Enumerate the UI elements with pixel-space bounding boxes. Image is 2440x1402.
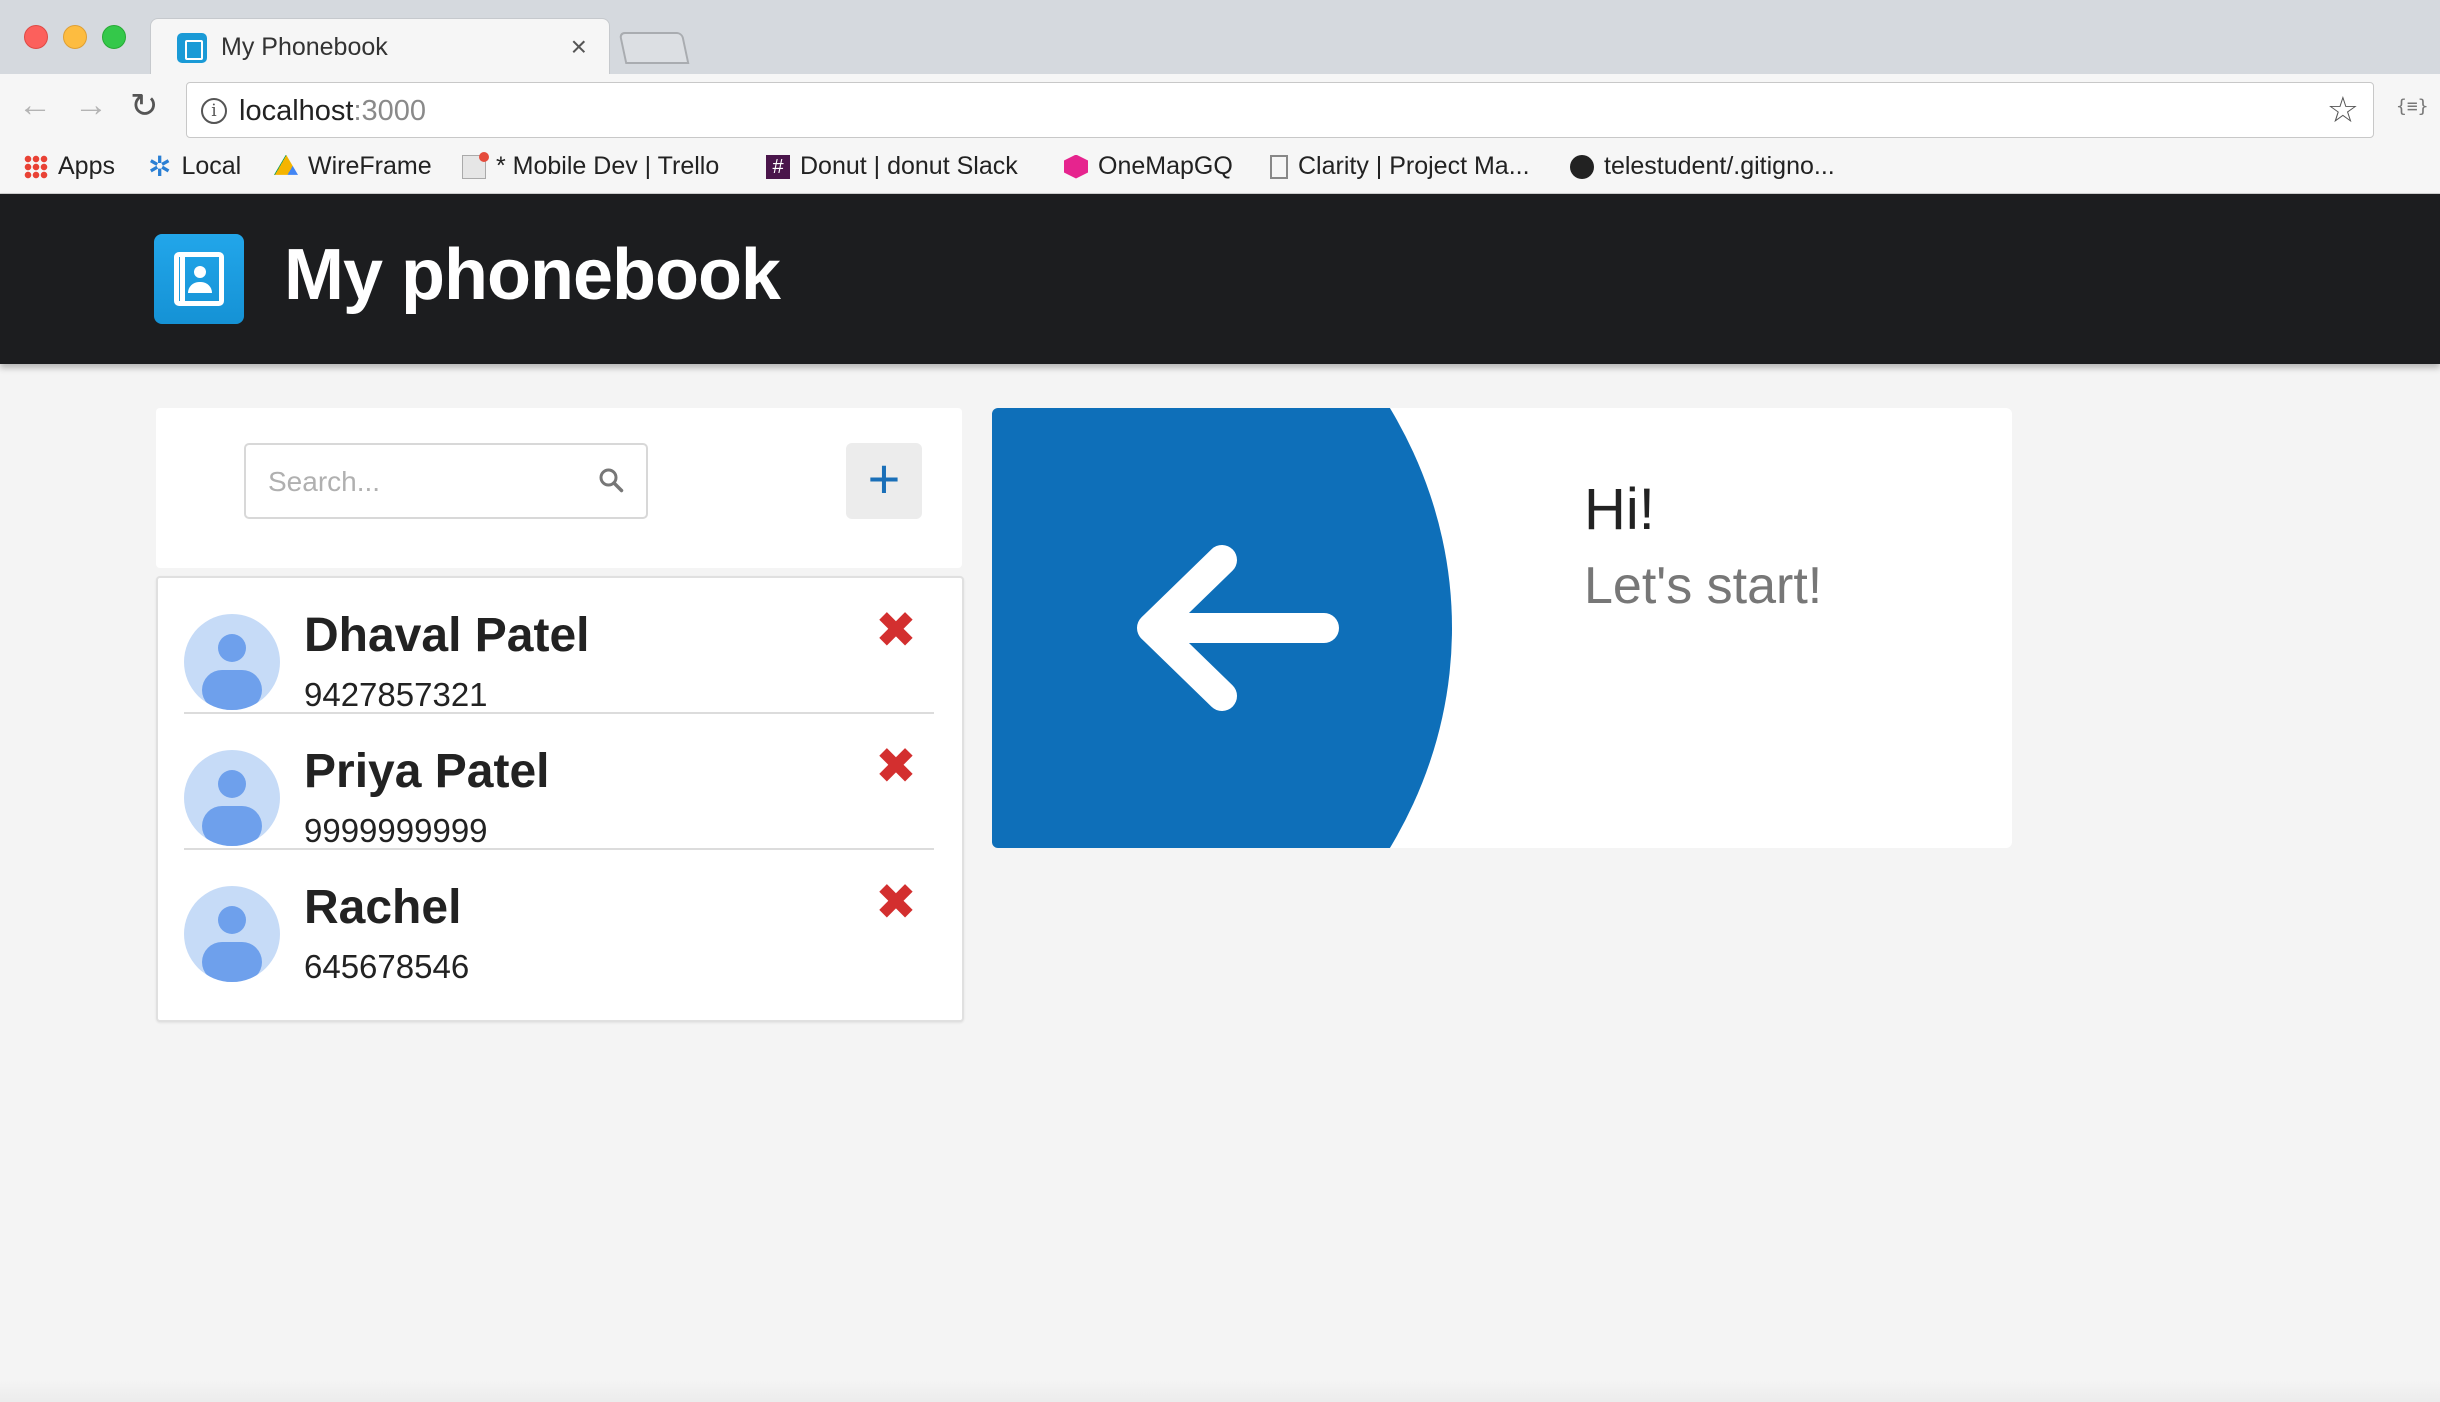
contact-name: Rachel xyxy=(304,881,462,934)
bookmark-trello[interactable]: * Mobile Dev | Trello xyxy=(462,151,719,181)
github-icon xyxy=(1570,154,1594,179)
document-icon xyxy=(1270,154,1288,179)
close-window-button[interactable] xyxy=(24,25,48,49)
bookmark-slack[interactable]: # Donut | donut Slack xyxy=(766,152,1018,181)
extension-icon[interactable]: {≡} xyxy=(2396,96,2429,117)
welcome-subtitle: Let's start! xyxy=(1584,557,1823,615)
contacts-book-icon xyxy=(177,33,207,63)
trello-icon xyxy=(462,151,489,179)
contacts-book-icon xyxy=(154,234,244,324)
apps-grid-icon xyxy=(24,154,48,179)
bookmark-apps[interactable]: Apps xyxy=(24,152,115,181)
contact-phone: 645678546 xyxy=(304,948,470,985)
delete-contact-button[interactable]: ✖ xyxy=(874,741,918,791)
close-icon[interactable]: × xyxy=(571,31,587,63)
gear-icon: ✲ xyxy=(148,150,172,182)
info-icon[interactable]: i xyxy=(201,98,227,124)
tab-title: My Phonebook xyxy=(221,33,388,61)
delete-contact-button[interactable]: ✖ xyxy=(874,605,918,655)
browser-titlebar: My Phonebook × xyxy=(0,0,2440,74)
page-footer-shade xyxy=(0,1380,2440,1402)
reload-icon[interactable]: ↻ xyxy=(130,86,159,126)
arrow-left-icon xyxy=(1137,545,1339,711)
contact-item[interactable]: Priya Patel 9999999999 ✖ xyxy=(184,714,934,850)
slack-icon: # xyxy=(766,154,790,179)
search-icon[interactable] xyxy=(598,467,624,493)
app-header: My phonebook xyxy=(0,194,2440,364)
browser-tab-active[interactable]: My Phonebook × xyxy=(150,18,610,74)
url-text[interactable]: localhost:3000 xyxy=(239,95,426,128)
contact-item[interactable]: Dhaval Patel 9427857321 ✖ xyxy=(184,578,934,714)
search-input[interactable] xyxy=(266,459,586,505)
search-box[interactable] xyxy=(244,443,648,519)
browser-toolbar: ← → ↻ i localhost:3000 ☆ {≡} xyxy=(0,74,2440,148)
minimize-window-button[interactable] xyxy=(63,25,87,49)
add-contact-button[interactable]: + xyxy=(846,443,922,519)
back-arrow-icon[interactable]: ← xyxy=(18,86,52,125)
google-drive-icon xyxy=(274,154,298,175)
contact-name: Dhaval Patel xyxy=(304,609,590,662)
address-bar[interactable]: i localhost:3000 ☆ xyxy=(186,82,2374,138)
graphql-icon xyxy=(1064,154,1088,179)
bookmark-star-icon[interactable]: ☆ xyxy=(2327,89,2359,131)
contact-name: Priya Patel xyxy=(304,745,550,798)
delete-contact-button[interactable]: ✖ xyxy=(874,877,918,927)
maximize-window-button[interactable] xyxy=(102,25,126,49)
contact-phone: 9999999999 xyxy=(304,812,488,849)
plus-icon: + xyxy=(867,447,901,510)
forward-arrow-icon[interactable]: → xyxy=(74,86,108,125)
bookmark-onemap[interactable]: OneMapGQ xyxy=(1064,152,1233,181)
search-panel: + xyxy=(156,408,962,568)
avatar xyxy=(184,614,280,710)
bookmark-github[interactable]: telestudent/.gitigno... xyxy=(1570,152,1835,181)
contact-list: Dhaval Patel 9427857321 ✖ Priya Patel 99… xyxy=(156,576,964,1022)
avatar xyxy=(184,886,280,982)
avatar xyxy=(184,750,280,846)
bookmark-wireframe[interactable]: WireFrame xyxy=(274,152,432,181)
bookmark-clarity[interactable]: Clarity | Project Ma... xyxy=(1270,152,1530,181)
new-tab-button[interactable] xyxy=(618,32,690,64)
bookmarks-bar: Apps ✲ Local WireFrame * Mobile Dev | Tr… xyxy=(0,148,2440,194)
page-title: My phonebook xyxy=(284,235,781,315)
bookmark-local[interactable]: ✲ Local xyxy=(148,152,241,181)
contact-item[interactable]: Rachel 645678546 ✖ xyxy=(184,850,934,986)
contact-phone: 9427857321 xyxy=(304,676,488,713)
welcome-card: Hi! Let's start! xyxy=(992,408,2012,848)
welcome-greeting: Hi! xyxy=(1584,477,1655,542)
